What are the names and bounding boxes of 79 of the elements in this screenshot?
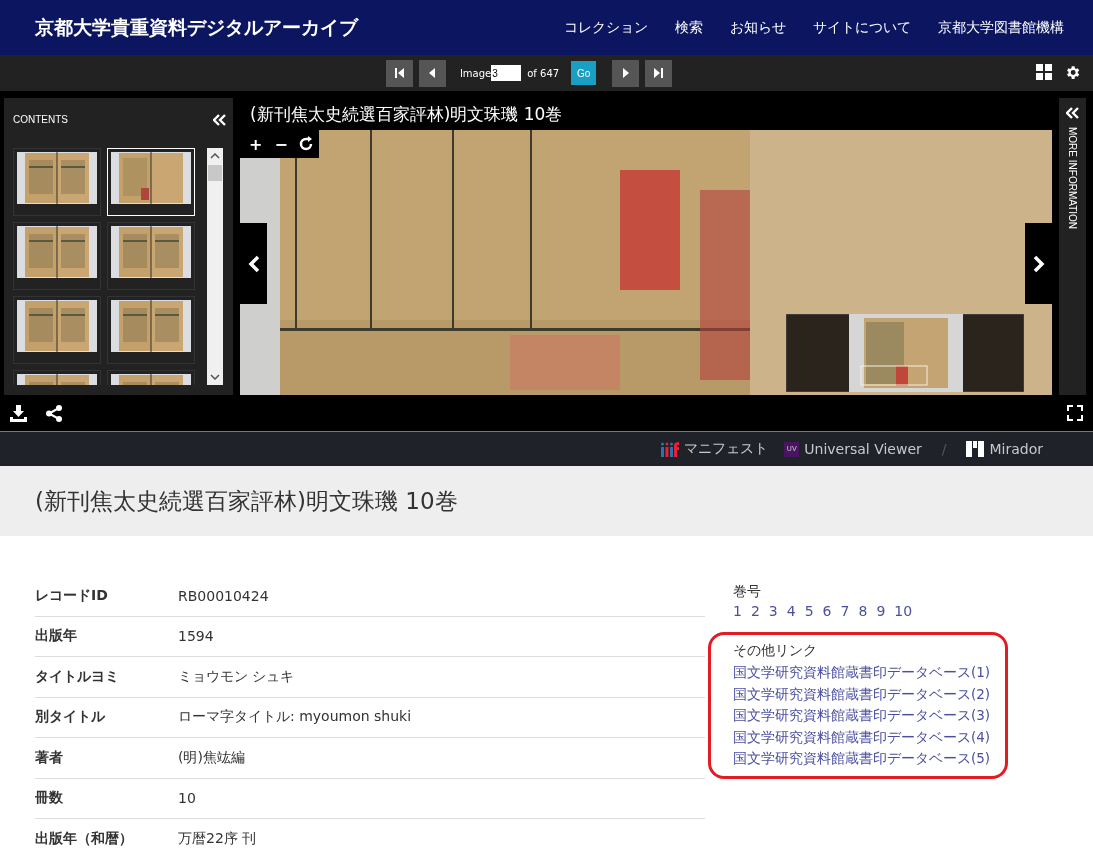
volume-link[interactable]: 7 bbox=[840, 603, 850, 619]
nav-link[interactable]: サイトについて bbox=[813, 18, 911, 37]
field-value: ローマ字タイトル: myoumon shuki bbox=[178, 708, 412, 727]
first-page-button[interactable] bbox=[385, 59, 413, 87]
field-value: ミョウモン シュキ bbox=[178, 667, 295, 686]
image-label: Image bbox=[459, 67, 492, 79]
scrollbar-thumb[interactable] bbox=[208, 165, 222, 181]
field-label: 別タイトル bbox=[35, 708, 106, 727]
thumbnail[interactable] bbox=[107, 222, 195, 290]
field-value: 万暦22序 刊 bbox=[178, 829, 257, 848]
nav-link[interactable]: 京都大学図書館機構 bbox=[938, 18, 1064, 37]
navigator-map[interactable] bbox=[786, 314, 1024, 392]
nav-link[interactable]: コレクション bbox=[564, 18, 648, 37]
database-link[interactable]: 国文学研究資料館蔵書印データベース(5) bbox=[733, 748, 991, 770]
zoom-out-button[interactable]: − bbox=[272, 134, 290, 154]
volume-link[interactable]: 1 bbox=[733, 603, 742, 619]
volume-link[interactable]: 4 bbox=[786, 603, 796, 619]
thumbnail[interactable] bbox=[13, 296, 101, 364]
thumbnail[interactable] bbox=[13, 148, 101, 216]
field-value: (明)焦竑編 bbox=[178, 748, 245, 767]
field-label: 出版年（和暦） bbox=[35, 829, 134, 848]
chevron-left-icon bbox=[247, 254, 260, 273]
field-label: タイトルヨミ bbox=[35, 667, 120, 686]
manifest-link[interactable]: マニフェスト bbox=[661, 440, 769, 458]
volume-link[interactable]: 9 bbox=[876, 603, 886, 619]
fullscreen-icon[interactable] bbox=[1067, 405, 1083, 421]
volume-link[interactable]: 10 bbox=[894, 603, 913, 619]
mirador-logo-icon bbox=[966, 441, 985, 457]
site-title[interactable]: 京都大学貴重資料デジタルアーカイブ bbox=[35, 14, 358, 41]
last-page-button[interactable] bbox=[645, 59, 673, 87]
thumbnail[interactable] bbox=[13, 222, 101, 290]
section-title: その他リンク bbox=[733, 642, 818, 660]
previous-page-button[interactable] bbox=[418, 59, 446, 87]
volume-link[interactable]: 8 bbox=[858, 603, 868, 619]
next-page-button[interactable] bbox=[612, 59, 640, 87]
previous-arrow-button[interactable] bbox=[240, 223, 267, 304]
last-page-icon bbox=[652, 67, 665, 79]
thumbnail[interactable] bbox=[107, 296, 195, 364]
field-label: 冊数 bbox=[35, 789, 64, 808]
image-count: of 647 bbox=[527, 67, 560, 79]
separator: / bbox=[941, 441, 947, 457]
page-title: (新刊焦太史続選百家評林)明文珠璣 10巻 bbox=[35, 486, 458, 516]
settings-icon[interactable] bbox=[1064, 64, 1081, 81]
first-page-icon bbox=[393, 67, 406, 79]
image-number-field[interactable]: 3 bbox=[491, 65, 522, 81]
download-icon[interactable] bbox=[10, 404, 27, 422]
rotate-icon[interactable] bbox=[297, 136, 314, 152]
section-title: 巻号 bbox=[733, 583, 761, 599]
chevron-right-icon bbox=[1032, 254, 1045, 273]
grid-view-icon[interactable] bbox=[1036, 64, 1052, 80]
iiif-logo-icon bbox=[661, 441, 680, 457]
field-label: 著者 bbox=[35, 748, 64, 767]
next-arrow-button[interactable] bbox=[1025, 223, 1052, 304]
scroll-down-icon[interactable] bbox=[210, 374, 220, 380]
viewer-title: (新刊焦太史続選百家評林)明文珠璣 10巻 bbox=[249, 102, 564, 126]
share-icon[interactable] bbox=[46, 404, 62, 422]
panel-title: CONTENTS bbox=[13, 114, 68, 125]
zoom-in-button[interactable]: + bbox=[247, 134, 265, 154]
field-label: レコードID bbox=[35, 586, 109, 605]
expand-icon[interactable] bbox=[1065, 107, 1080, 119]
database-link[interactable]: 国文学研究資料館蔵書印データベース(2) bbox=[733, 683, 991, 705]
field-label: 出版年 bbox=[35, 627, 78, 646]
volume-link[interactable]: 2 bbox=[750, 603, 760, 619]
scroll-up-icon[interactable] bbox=[210, 153, 220, 159]
database-link[interactable]: 国文学研究資料館蔵書印データベース(3) bbox=[733, 705, 991, 727]
nav-link[interactable]: お知らせ bbox=[730, 18, 786, 37]
field-value: 10 bbox=[178, 790, 196, 807]
nav-link[interactable]: 検索 bbox=[675, 18, 703, 37]
volume-link[interactable]: 5 bbox=[804, 603, 814, 619]
database-link[interactable]: 国文学研究資料館蔵書印データベース(1) bbox=[733, 662, 991, 684]
collapse-icon[interactable] bbox=[213, 113, 227, 126]
mirador-link[interactable]: Mirador bbox=[966, 441, 1043, 457]
panel-title[interactable]: MORE INFORMATION bbox=[1067, 127, 1078, 230]
field-value: 1594 bbox=[178, 628, 214, 645]
volume-link[interactable]: 3 bbox=[768, 603, 778, 619]
scrollbar[interactable] bbox=[207, 148, 223, 385]
volume-link[interactable]: 6 bbox=[822, 603, 832, 619]
field-value: RB00010424 bbox=[178, 587, 269, 604]
database-link[interactable]: 国文学研究資料館蔵書印データベース(4) bbox=[733, 726, 991, 748]
